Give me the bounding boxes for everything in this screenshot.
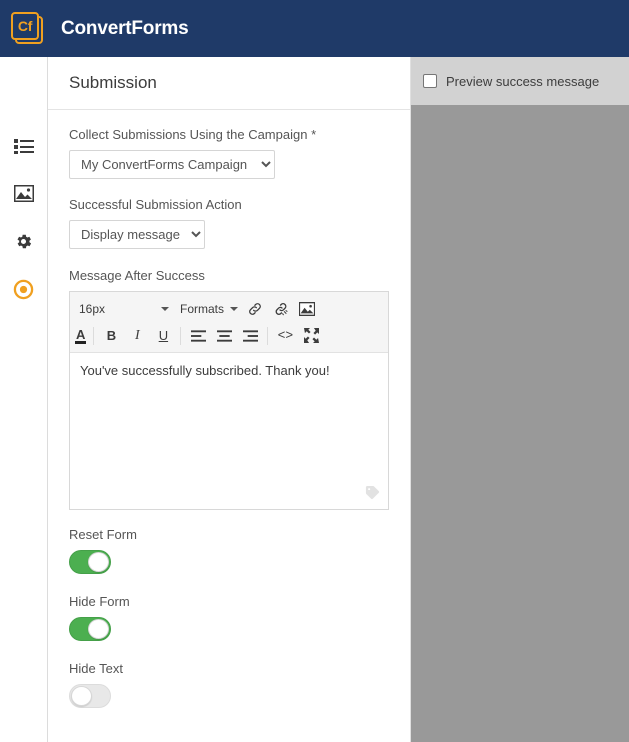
convertforms-logo-icon[interactable]: Cf xyxy=(11,11,45,46)
toggle-hide-form: Hide Form xyxy=(69,594,389,641)
settings-panel: Submission Collect Submissions Using the… xyxy=(48,57,411,742)
toggle-reset-form: Reset Form xyxy=(69,527,389,574)
sidebar-item-submission[interactable] xyxy=(0,267,47,315)
preview-toolbar: Preview success message xyxy=(411,57,629,105)
sidebar-item-media[interactable] xyxy=(0,171,47,219)
align-right-icon[interactable] xyxy=(237,323,263,348)
unlink-icon[interactable] xyxy=(268,296,294,321)
panel-body: Collect Submissions Using the Campaign *… xyxy=(48,110,410,708)
toolbar-divider xyxy=(93,326,95,345)
underline-icon[interactable]: U xyxy=(150,323,176,348)
toggle-hide-text-switch[interactable] xyxy=(69,684,111,708)
page-title: Submission xyxy=(69,73,157,92)
image-icon xyxy=(13,184,34,205)
font-size-select[interactable]: 16px xyxy=(72,296,173,321)
editor-toolbar: 16px Formats A B I U <> xyxy=(70,292,388,353)
toggle-knob xyxy=(71,686,92,706)
italic-icon[interactable]: I xyxy=(124,323,150,348)
toggle-knob xyxy=(88,552,109,572)
editor-toolbar-row-2: A B I U <> xyxy=(72,322,386,349)
gear-icon xyxy=(14,232,33,254)
font-size-value: 16px xyxy=(79,301,106,316)
align-left-icon[interactable] xyxy=(185,323,211,348)
chevron-down-icon xyxy=(230,306,239,311)
align-center-icon[interactable] xyxy=(211,323,237,348)
message-field-label: Message After Success xyxy=(69,268,205,283)
toggle-reset-form-switch[interactable] xyxy=(69,550,111,574)
editor-content-text: You've successfully subscribed. Thank yo… xyxy=(80,363,330,378)
editor-toolbar-row-1: 16px Formats xyxy=(72,295,386,322)
toggle-hide-text-label: Hide Text xyxy=(69,661,123,676)
text-color-button[interactable]: A xyxy=(72,323,89,348)
text-color-icon: A xyxy=(75,326,87,344)
italic-glyph: I xyxy=(135,327,140,343)
bold-icon[interactable]: B xyxy=(98,323,124,348)
toggle-hide-text: Hide Text xyxy=(69,661,389,708)
rich-text-editor: 16px Formats A B I U <> You've successfu… xyxy=(69,291,389,510)
target-circle-icon xyxy=(13,279,34,303)
required-marker: * xyxy=(311,127,317,142)
campaign-select[interactable]: My ConvertForms Campaign xyxy=(69,150,275,179)
preview-pane: Preview success message xyxy=(411,57,629,742)
brand-title: ConvertForms xyxy=(61,17,189,39)
source-code-glyph: <> xyxy=(277,328,294,343)
action-field-label: Successful Submission Action xyxy=(69,197,242,212)
formats-value: Formats xyxy=(180,301,225,316)
preview-success-message-checkbox[interactable] xyxy=(423,74,437,88)
app-header: Cf ConvertForms xyxy=(0,0,629,57)
toolbar-divider xyxy=(267,326,269,345)
bold-glyph: B xyxy=(106,328,117,343)
sidebar-item-settings[interactable] xyxy=(0,219,47,267)
fullscreen-icon[interactable] xyxy=(298,323,324,348)
source-code-icon[interactable]: <> xyxy=(272,323,298,348)
chevron-down-icon xyxy=(161,306,169,311)
toggle-hide-form-label: Hide Form xyxy=(69,594,130,609)
toggle-knob xyxy=(88,619,109,639)
toolbar-divider xyxy=(180,326,182,345)
toggle-hide-form-switch[interactable] xyxy=(69,617,111,641)
underline-glyph: U xyxy=(158,328,169,343)
link-icon[interactable] xyxy=(242,296,268,321)
formats-select[interactable]: Formats xyxy=(173,296,242,321)
submission-action-select[interactable]: Display message xyxy=(69,220,205,249)
tag-handle-icon[interactable] xyxy=(365,485,380,503)
toggle-reset-form-label: Reset Form xyxy=(69,527,137,542)
campaign-label-text: Collect Submissions Using the Campaign xyxy=(69,127,308,142)
preview-success-message-label: Preview success message xyxy=(446,73,600,89)
editor-content-area[interactable]: You've successfully subscribed. Thank yo… xyxy=(70,353,388,509)
campaign-field-label: Collect Submissions Using the Campaign * xyxy=(69,127,389,143)
sidebar-item-forms-list[interactable] xyxy=(0,123,47,171)
list-icon xyxy=(13,138,34,157)
image-icon[interactable] xyxy=(294,296,320,321)
panel-header: Submission xyxy=(48,57,410,110)
sidebar xyxy=(0,57,48,742)
logo-glyph: Cf xyxy=(11,11,39,40)
